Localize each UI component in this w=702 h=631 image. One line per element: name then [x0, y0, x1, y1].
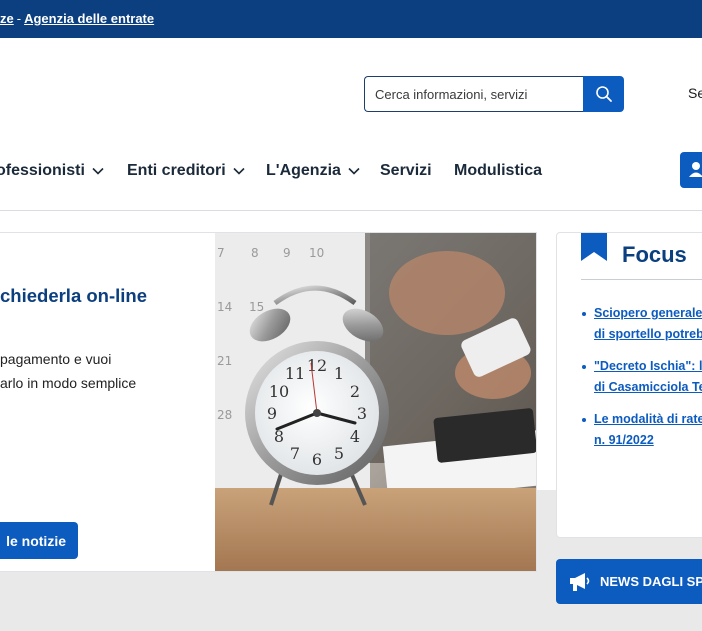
nav-item-label: L'Agenzia: [266, 162, 341, 179]
topbar-prefix-link[interactable]: ze: [0, 11, 14, 26]
bookmark-icon: [581, 233, 607, 261]
focus-divider: [581, 279, 702, 280]
focus-list: Sciopero generale di sportello potreb "De…: [581, 303, 702, 462]
chevron-down-icon: [92, 167, 104, 175]
nav-item-label: Enti creditori: [127, 162, 226, 179]
nav-item-label: Modulistica: [454, 162, 543, 179]
nav-item-servizi[interactable]: Servizi: [380, 162, 432, 180]
svg-text:12: 12: [307, 356, 327, 375]
top-bar: ze - Agenzia delle entrate: [0, 0, 702, 38]
news-button-label: NEWS DAGLI SPO: [600, 574, 702, 589]
news-card: chiederla on-line pagamento e vuoi arlo …: [0, 232, 537, 572]
card-text: pagamento e vuoi arlo in modo semplice: [0, 347, 205, 395]
svg-text:6: 6: [312, 450, 322, 469]
svg-text:8: 8: [251, 246, 259, 260]
news-sportelli-button[interactable]: NEWS DAGLI SPO: [556, 559, 702, 604]
svg-text:11: 11: [285, 364, 305, 383]
nav-item-modulistica[interactable]: Modulistica: [454, 162, 542, 180]
focus-link-rateizzazione[interactable]: Le modalità di rate n. 91/2022: [594, 412, 702, 447]
svg-text:8: 8: [274, 427, 284, 446]
agenzia-entrate-link[interactable]: Agenzia delle entrate: [24, 11, 154, 26]
focus-panel: Focus Sciopero generale di sportello potr…: [556, 232, 702, 538]
svg-text:28: 28: [217, 408, 232, 422]
svg-text:9: 9: [267, 404, 277, 423]
card-title: chiederla on-line: [0, 285, 148, 306]
nav-item-label: ofessionisti: [0, 162, 85, 179]
top-breadcrumb: ze - Agenzia delle entrate: [0, 11, 154, 26]
focus-title: Focus: [622, 242, 687, 267]
svg-text:21: 21: [217, 354, 232, 368]
header-divider: [0, 210, 702, 211]
svg-text:5: 5: [334, 444, 344, 463]
search-input[interactable]: [364, 76, 583, 112]
search-bar: [364, 76, 624, 112]
chevron-down-icon: [233, 167, 245, 175]
svg-text:7: 7: [290, 444, 300, 463]
list-item: Sciopero generale di sportello potreb: [581, 303, 702, 345]
megaphone-icon: [570, 572, 590, 591]
search-button[interactable]: [583, 76, 624, 112]
user-icon: [689, 162, 702, 177]
all-news-button[interactable]: le notizie: [0, 522, 78, 559]
main-nav: ofessionisti Enti creditori L'Agenzia Se…: [0, 162, 702, 186]
card-text-line: pagamento e vuoi: [0, 351, 112, 367]
list-item: Le modalità di rate n. 91/2022: [581, 409, 702, 451]
svg-text:1: 1: [334, 364, 344, 383]
list-item: "Decreto Ischia": l di Casamicciola Te: [581, 356, 702, 398]
language-selector[interactable]: Se: [688, 85, 702, 101]
svg-text:15: 15: [249, 300, 264, 314]
nav-item-label: Servizi: [380, 162, 432, 179]
chevron-down-icon: [348, 167, 360, 175]
svg-text:10: 10: [269, 382, 289, 401]
alarm-clock-image: 7 8 9 10 14 15 21 28 12 1 2 3 4 5 6 7 8 …: [215, 233, 536, 571]
topbar-separator: -: [16, 11, 22, 26]
nav-item-enti-creditori[interactable]: Enti creditori: [127, 162, 246, 180]
svg-text:4: 4: [350, 427, 360, 446]
nav-item-professionisti[interactable]: ofessionisti: [0, 162, 105, 180]
svg-text:7: 7: [217, 246, 225, 260]
svg-text:10: 10: [309, 246, 324, 260]
svg-text:9: 9: [283, 246, 291, 260]
svg-text:14: 14: [217, 300, 232, 314]
user-area-button[interactable]: [680, 152, 702, 188]
search-icon: [595, 86, 612, 102]
focus-link-decreto-ischia[interactable]: "Decreto Ischia": l di Casamicciola Te: [594, 359, 702, 394]
card-text-line: arlo in modo semplice: [0, 375, 137, 391]
svg-text:3: 3: [357, 404, 367, 423]
nav-item-agenzia[interactable]: L'Agenzia: [266, 162, 361, 180]
svg-text:2: 2: [350, 382, 360, 401]
focus-link-sciopero[interactable]: Sciopero generale di sportello potreb: [594, 306, 702, 341]
